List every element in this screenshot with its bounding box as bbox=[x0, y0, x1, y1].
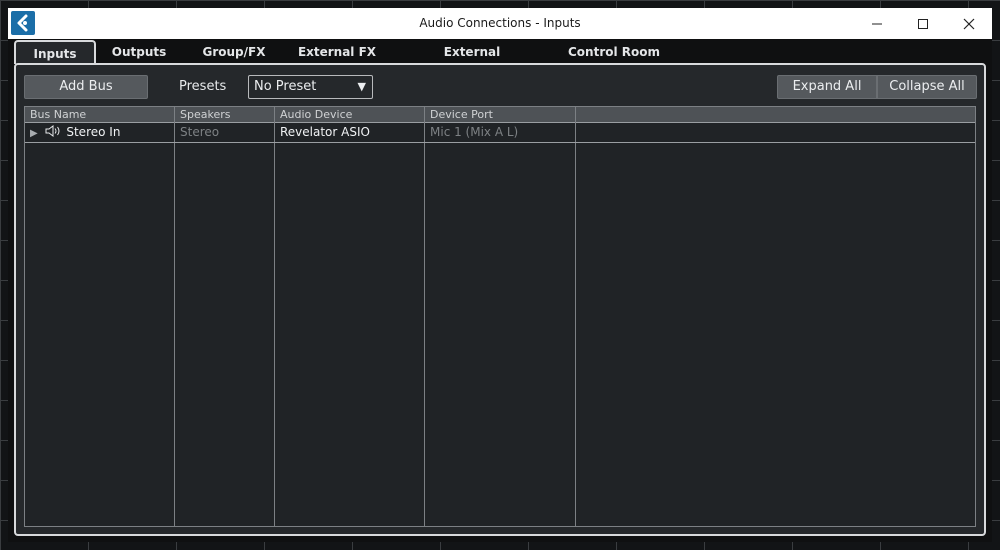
expand-all-button[interactable]: Expand All bbox=[777, 75, 877, 99]
tab-outputs[interactable]: Outputs bbox=[108, 40, 170, 64]
add-bus-button[interactable]: Add Bus bbox=[24, 75, 148, 99]
table-header: Bus Name Speakers Audio Device Device Po… bbox=[25, 107, 975, 123]
minimize-button[interactable] bbox=[854, 8, 900, 39]
column-header-device-port[interactable]: Device Port bbox=[425, 107, 575, 122]
column-divider bbox=[174, 107, 175, 526]
device-port-cell[interactable]: Mic 1 (Mix A L) bbox=[425, 123, 575, 142]
audio-device-cell[interactable]: Revelator ASIO bbox=[275, 123, 425, 142]
tab-external-instruments[interactable]: External Instruments bbox=[402, 40, 542, 83]
window-title: Audio Connections - Inputs bbox=[419, 16, 581, 30]
title-bar[interactable]: Audio Connections - Inputs bbox=[8, 8, 992, 39]
tab-group-fx[interactable]: Group/FX bbox=[194, 40, 274, 64]
preset-value: No Preset bbox=[254, 79, 317, 94]
column-header-bus-name[interactable]: Bus Name bbox=[25, 107, 175, 122]
tab-inputs[interactable]: Inputs bbox=[14, 40, 96, 64]
triangle-right-icon[interactable]: ▶ bbox=[30, 128, 38, 139]
column-divider bbox=[424, 107, 425, 526]
table-row[interactable]: ▶ Stereo In Stereo Revelator ASIO Mic 1 … bbox=[25, 123, 975, 143]
presets-label: Presets bbox=[179, 79, 227, 94]
bus-table: Bus Name Speakers Audio Device Device Po… bbox=[24, 106, 976, 527]
column-divider bbox=[575, 107, 576, 526]
speakers-cell: Stereo bbox=[180, 125, 220, 139]
maximize-button[interactable] bbox=[900, 8, 946, 39]
close-button[interactable] bbox=[946, 8, 992, 39]
preset-select[interactable]: No Preset ▼ bbox=[248, 75, 373, 99]
column-divider bbox=[274, 107, 275, 526]
bus-name: Stereo In bbox=[66, 125, 121, 139]
close-icon bbox=[963, 18, 975, 30]
maximize-icon bbox=[918, 19, 928, 29]
column-header-audio-device[interactable]: Audio Device bbox=[275, 107, 425, 122]
tab-control-room[interactable]: Control Room bbox=[566, 40, 662, 64]
tab-external-fx[interactable]: External FX bbox=[294, 40, 380, 64]
dropdown-arrow-icon: ▼ bbox=[357, 80, 366, 93]
collapse-all-button[interactable]: Collapse All bbox=[877, 75, 977, 99]
minimize-icon bbox=[872, 23, 882, 25]
column-header-speakers[interactable]: Speakers bbox=[175, 107, 275, 122]
bus-name-cell[interactable]: ▶ Stereo In bbox=[25, 123, 175, 142]
speaker-icon bbox=[45, 125, 60, 137]
